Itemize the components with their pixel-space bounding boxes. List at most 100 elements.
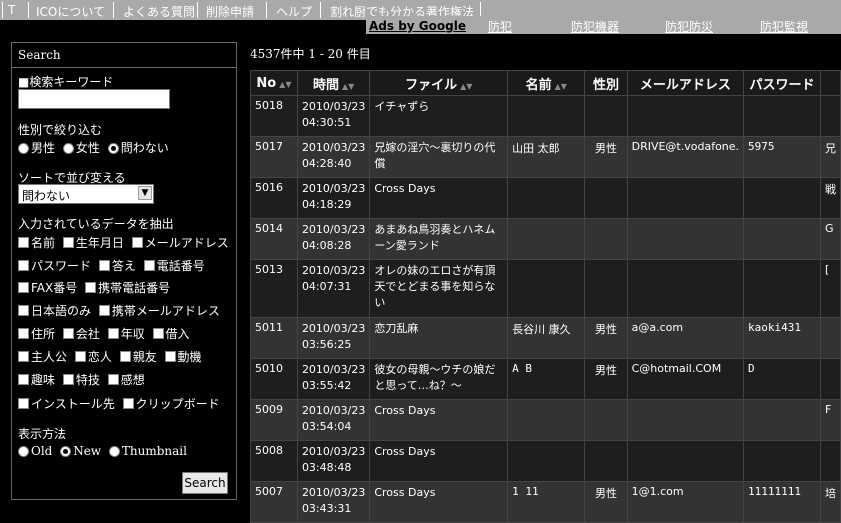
chevron-down-icon[interactable]: ▼ [138,186,152,200]
checkbox-japanese-only[interactable]: 日本語のみ [18,304,91,318]
checkbox-password[interactable]: パスワード [18,259,91,273]
cell-file[interactable]: 恋刀乱麻 [369,317,509,359]
radio-icon[interactable] [18,446,29,457]
table-row[interactable]: 5013 2010/03/23 04:07:31 オレの妹のエロさが有頂天でとどま… [250,259,841,318]
nav-item-faq[interactable]: よくある質問 [123,3,195,20]
sort-icon[interactable]: ▲▼ [279,80,291,89]
column-header-sex[interactable]: 性別 [584,70,628,96]
checkbox-name[interactable]: 名前 [18,236,55,250]
gender-option-male[interactable]: 男性 [18,141,55,155]
checkbox-income[interactable]: 年収 [107,327,145,341]
checkbox-icon[interactable] [18,237,29,248]
checkbox-icon[interactable] [18,305,29,316]
checkbox-icon[interactable] [98,305,110,316]
checkbox-icon[interactable] [18,398,29,409]
checkbox-debt[interactable]: 借入 [152,327,190,341]
checkbox-icon[interactable] [107,374,119,385]
radio-icon[interactable] [108,446,120,457]
checkbox-protagonist[interactable]: 主人公 [18,350,67,364]
checkbox-icon[interactable] [119,351,131,362]
checkbox-icon[interactable] [152,328,164,339]
checkbox-mobile[interactable]: 携帯電話番号 [85,281,170,295]
checkbox-clipboard[interactable]: クリップボード [122,397,220,411]
nav-item-t[interactable]: T [8,3,15,17]
ad-link[interactable]: 防犯監視 [760,18,808,35]
checkbox-icon[interactable] [62,328,74,339]
checkbox-icon[interactable] [122,398,134,409]
checkbox-email[interactable]: メールアドレス [131,236,229,250]
radio-icon[interactable] [18,143,29,154]
column-header-name[interactable]: 名前 ▲▼ [507,70,586,96]
checkbox-best-friend[interactable]: 親友 [119,350,157,364]
checkbox-fax[interactable]: FAX番号 [18,281,77,295]
cell-file[interactable]: Cross Days [369,177,509,219]
display-option-new[interactable]: New [60,444,101,458]
nav-item-about[interactable]: ICOについて [36,3,105,20]
checkbox-phone[interactable]: 電話番号 [143,259,205,273]
cell-file[interactable]: 彼女の母親～ウチの娘だと思って…ね？～ [369,358,509,400]
column-header-file[interactable]: ファイル ▲▼ [369,70,509,96]
table-row[interactable]: 5014 2010/03/23 04:08:28 あまあね鳥羽奏とハネムーン愛ラン… [250,218,841,260]
checkbox-address[interactable]: 住所 [18,327,55,341]
ad-link[interactable]: 防犯 [488,18,512,35]
cell-file[interactable]: オレの妹のエロさが有頂天でとどまる事を知らない [369,259,509,318]
table-row[interactable]: 5017 2010/03/23 04:28:40 兄嫁の淫穴～裏切りの代償 山田 … [250,136,841,178]
cell-file[interactable]: イチャずら [369,95,509,137]
checkbox-icon[interactable] [62,237,74,248]
column-header-email[interactable]: メールアドレス [626,70,745,96]
radio-icon[interactable] [62,143,74,154]
checkbox-lover[interactable]: 恋人 [74,350,112,364]
table-row[interactable]: 5018 2010/03/23 04:30:51 イチャずら [250,95,841,137]
checkbox-icon[interactable] [62,374,74,385]
gender-option-any[interactable]: 問わない [107,141,169,155]
nav-item-delete-request[interactable]: 削除申請 [206,3,254,20]
sort-icon[interactable]: ▲▼ [342,82,354,91]
checkbox-motive[interactable]: 動機 [164,350,202,364]
checkbox-icon[interactable] [18,351,29,362]
ads-by-google-link[interactable]: Ads by Google [369,19,466,33]
checkbox-icon[interactable] [85,282,97,293]
checkbox-icon[interactable] [74,351,86,362]
checkbox-birthdate[interactable]: 生年月日 [62,236,124,250]
table-row[interactable]: 5011 2010/03/23 03:56:25 恋刀乱麻 長谷川 康久 男性 a… [250,317,841,359]
table-row[interactable]: 5010 2010/03/23 03:55:42 彼女の母親～ウチの娘だと思って…… [250,358,841,400]
column-header-no[interactable]: No ▲▼ [250,70,298,96]
sort-icon[interactable]: ▲▼ [555,82,567,91]
cell-file[interactable]: Cross Days [369,399,509,441]
sort-select[interactable]: 問わない ▼ [18,184,154,204]
table-row[interactable]: 5008 2010/03/23 03:48:48 Cross Days [250,440,841,482]
cell-file[interactable]: Cross Days [369,440,509,482]
search-button[interactable]: Search [182,472,228,494]
checkbox-skill[interactable]: 特技 [62,373,100,387]
table-row[interactable]: 5016 2010/03/23 04:18:29 Cross Days 戦 [250,177,841,219]
checkbox-icon[interactable] [143,260,155,271]
checkbox-company[interactable]: 会社 [62,327,100,341]
checkbox-icon[interactable] [18,260,29,271]
ad-link[interactable]: 防犯防災 [665,18,713,35]
gender-option-female[interactable]: 女性 [62,141,100,155]
sort-icon[interactable]: ▲▼ [460,82,472,91]
cell-file[interactable]: Cross Days [369,481,509,523]
nav-item-help[interactable]: ヘルプ [276,3,312,20]
display-option-thumbnail[interactable]: Thumbnail [108,444,187,458]
checkbox-impression[interactable]: 感想 [107,373,145,387]
checkbox-icon[interactable] [18,374,29,385]
checkbox-mobile-email[interactable]: 携帯メールアドレス [98,304,220,318]
checkbox-answer[interactable]: 答え [98,259,136,273]
checkbox-icon[interactable] [131,237,143,248]
keyword-input[interactable] [18,89,170,109]
checkbox-hobby[interactable]: 趣味 [18,373,55,387]
display-option-old[interactable]: Old [18,444,52,458]
column-header-time[interactable]: 時間 ▲▼ [296,70,371,96]
column-header-password[interactable]: パスワード [743,70,821,96]
table-row[interactable]: 5007 2010/03/23 03:43:31 Cross Days 1 11 … [250,481,841,523]
radio-checked-icon[interactable] [107,143,119,154]
ad-link[interactable]: 防犯機器 [571,18,619,35]
radio-checked-icon[interactable] [60,446,72,457]
table-row[interactable]: 5009 2010/03/23 03:54:04 Cross Days F [250,399,841,441]
checkbox-icon[interactable] [98,260,110,271]
checkbox-install-path[interactable]: インストール先 [18,397,115,411]
checkbox-icon[interactable] [18,328,29,339]
cell-file[interactable]: あまあね鳥羽奏とハネムーン愛ランド [369,218,509,260]
checkbox-icon[interactable] [107,328,119,339]
